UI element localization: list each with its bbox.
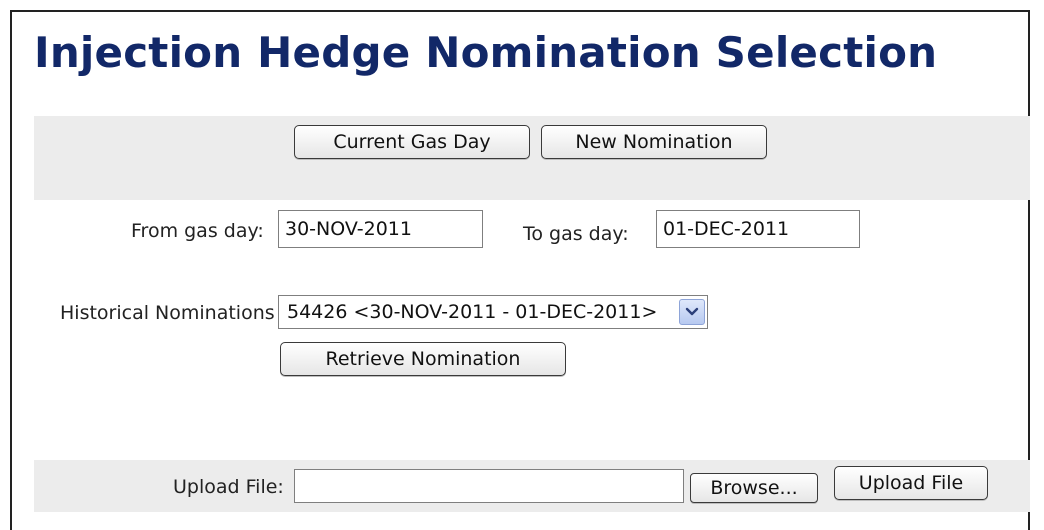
- from-gas-day-label: From gas day:: [131, 220, 264, 242]
- to-gas-day-input[interactable]: [656, 210, 860, 248]
- current-gas-day-button[interactable]: Current Gas Day: [294, 125, 530, 159]
- upload-file-button[interactable]: Upload File: [834, 466, 988, 500]
- upload-file-input[interactable]: [294, 469, 684, 503]
- retrieve-nomination-button[interactable]: Retrieve Nomination: [280, 342, 566, 376]
- historical-nominations-value: 54426 <30-NOV-2011 - 01-DEC-2011>: [287, 301, 658, 323]
- from-gas-day-input[interactable]: [278, 210, 483, 248]
- page-title: Injection Hedge Nomination Selection: [34, 28, 938, 77]
- page-frame: [10, 10, 1030, 530]
- historical-nominations-select[interactable]: 54426 <30-NOV-2011 - 01-DEC-2011>: [278, 295, 708, 329]
- browse-button[interactable]: Browse...: [690, 473, 818, 503]
- to-gas-day-label: To gas day:: [523, 223, 629, 245]
- action-panel: [34, 116, 1030, 200]
- historical-nominations-label: Historical Nominations: [60, 302, 275, 324]
- upload-file-label: Upload File:: [173, 476, 284, 498]
- new-nomination-button[interactable]: New Nomination: [541, 125, 767, 159]
- chevron-down-icon[interactable]: [679, 299, 705, 325]
